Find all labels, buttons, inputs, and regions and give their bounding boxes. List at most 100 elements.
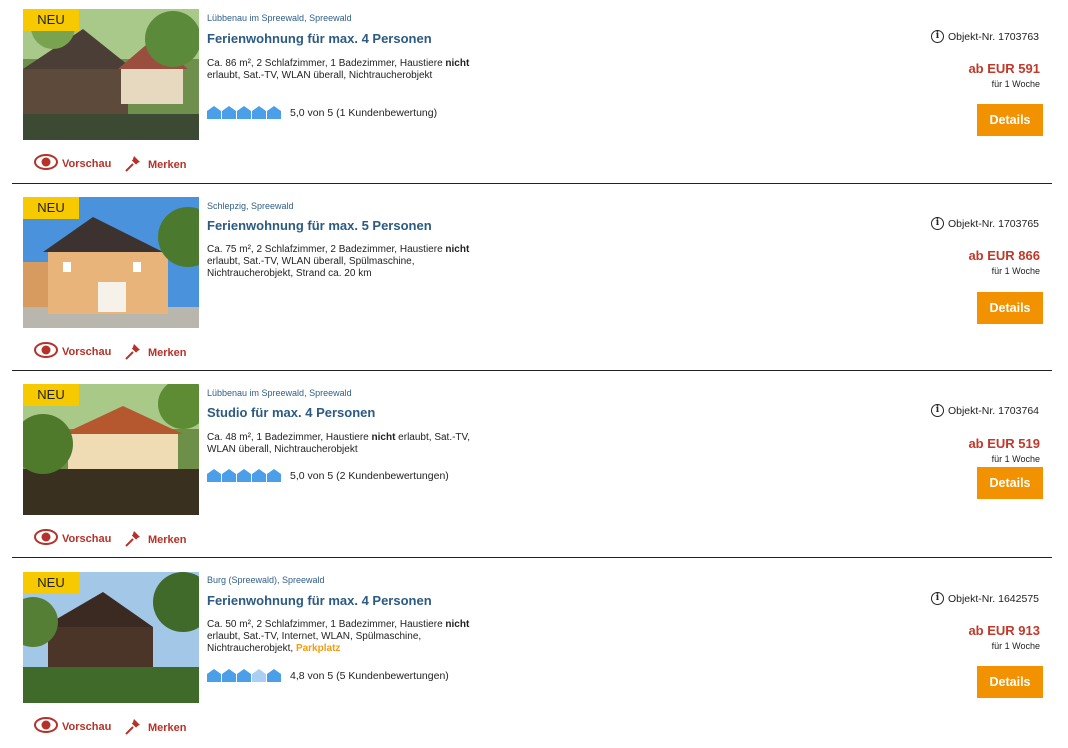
preview-link[interactable]: Vorschau bbox=[34, 154, 111, 173]
rating-houses bbox=[207, 106, 282, 119]
info-icon[interactable]: i bbox=[930, 30, 944, 43]
listing-description: Ca. 50 m², 2 Schlafzimmer, 1 Badezimmer,… bbox=[207, 619, 497, 655]
details-button[interactable]: Details bbox=[977, 666, 1043, 698]
price: ab EUR 591 bbox=[968, 61, 1040, 76]
listing-description: Ca. 86 m², 2 Schlafzimmer, 1 Badezimmer,… bbox=[207, 58, 497, 82]
bookmark-label: Merken bbox=[148, 533, 187, 546]
description-bold: nicht bbox=[445, 58, 470, 69]
listing-location: Schlepzig, Spreewald bbox=[207, 201, 294, 211]
new-badge: NEU bbox=[23, 197, 79, 219]
price-period: für 1 Woche bbox=[991, 454, 1040, 464]
price-period: für 1 Woche bbox=[991, 79, 1040, 89]
pin-icon bbox=[124, 717, 144, 738]
house-rating-icon bbox=[222, 106, 236, 119]
house-rating-icon bbox=[237, 669, 251, 682]
bookmark-label: Merken bbox=[148, 158, 187, 171]
preview-link[interactable]: Vorschau bbox=[34, 529, 111, 548]
bookmark-link[interactable]: Merken bbox=[124, 154, 187, 175]
description-text: erlaubt, Sat.-TV, WLAN überall, Nichtrau… bbox=[207, 70, 433, 81]
object-number-text: Objekt-Nr. 1703765 bbox=[947, 217, 1039, 230]
parking-highlight: Parkplatz bbox=[295, 643, 341, 654]
house-rating-icon bbox=[237, 469, 251, 482]
rating-text: 5,0 von 5 (2 Kundenbewertungen) bbox=[290, 469, 449, 482]
rating: 4,8 von 5 (5 Kundenbewertungen) bbox=[207, 669, 449, 682]
listing-title[interactable]: Ferienwohnung für max. 4 Personen bbox=[207, 593, 432, 608]
rating: 5,0 von 5 (2 Kundenbewertungen) bbox=[207, 469, 449, 482]
listing-title[interactable]: Studio für max. 4 Personen bbox=[207, 405, 375, 420]
listing-description: Ca. 48 m², 1 Badezimmer, Haustiere nicht… bbox=[207, 432, 497, 456]
preview-label: Vorschau bbox=[62, 532, 112, 545]
listing-photo[interactable]: NEU bbox=[23, 9, 199, 140]
preview-link[interactable]: Vorschau bbox=[34, 342, 111, 361]
description-text: Ca. 50 m², 2 Schlafzimmer, 1 Badezimmer,… bbox=[207, 619, 443, 630]
preview-link[interactable]: Vorschau bbox=[34, 717, 111, 736]
preview-label: Vorschau bbox=[62, 157, 112, 170]
house-rating-icon bbox=[267, 469, 281, 482]
house-rating-icon bbox=[207, 106, 221, 119]
listing-card: NEU Vorschau Merken Lübbenau im Spreewal… bbox=[0, 0, 1068, 187]
description-text: Ca. 75 m², 2 Schlafzimmer, 2 Badezimmer,… bbox=[207, 244, 443, 255]
object-number-text: Objekt-Nr. 1703763 bbox=[947, 30, 1039, 43]
listing-photo[interactable]: NEU bbox=[23, 572, 199, 703]
listing-title[interactable]: Ferienwohnung für max. 4 Personen bbox=[207, 31, 432, 46]
description-text: Ca. 86 m², 2 Schlafzimmer, 1 Badezimmer,… bbox=[207, 58, 443, 69]
house-rating-icon bbox=[207, 669, 221, 682]
description-bold: nicht bbox=[371, 432, 396, 443]
preview-label: Vorschau bbox=[62, 345, 112, 358]
house-rating-icon bbox=[222, 469, 236, 482]
pin-icon bbox=[124, 342, 144, 363]
object-number-text: Objekt-Nr. 1642575 bbox=[947, 592, 1039, 605]
price: ab EUR 519 bbox=[968, 436, 1040, 451]
listing-photo[interactable]: NEU bbox=[23, 197, 199, 328]
details-button[interactable]: Details bbox=[977, 467, 1043, 499]
price: ab EUR 866 bbox=[968, 248, 1040, 263]
house-rating-icon bbox=[207, 469, 221, 482]
divider bbox=[12, 183, 1052, 184]
price: ab EUR 913 bbox=[968, 623, 1040, 638]
info-icon[interactable]: i bbox=[930, 592, 944, 605]
rating-houses bbox=[207, 469, 282, 482]
new-badge: NEU bbox=[23, 572, 79, 594]
price-period: für 1 Woche bbox=[991, 641, 1040, 651]
description-text: erlaubt, Sat.-TV, WLAN überall, Spülmasc… bbox=[207, 256, 415, 279]
bookmark-label: Merken bbox=[148, 721, 187, 734]
listing-card: NEU Vorschau Merken Schlepzig, Spreewald… bbox=[0, 187, 1068, 374]
rating-text: 4,8 von 5 (5 Kundenbewertungen) bbox=[290, 669, 449, 682]
info-icon[interactable]: i bbox=[930, 217, 944, 230]
pin-icon bbox=[124, 529, 144, 550]
description-bold: nicht bbox=[445, 619, 470, 630]
listing-location: Lübbenau im Spreewald, Spreewald bbox=[207, 388, 352, 398]
divider bbox=[12, 370, 1052, 371]
details-button[interactable]: Details bbox=[977, 292, 1043, 324]
listing-photo[interactable]: NEU bbox=[23, 384, 199, 515]
listing-card: NEU Vorschau Merken Lübbenau im Spreewal… bbox=[0, 374, 1068, 561]
rating-text: 5,0 von 5 (1 Kundenbewertung) bbox=[290, 106, 438, 119]
listing-title[interactable]: Ferienwohnung für max. 5 Personen bbox=[207, 218, 432, 233]
listing-description: Ca. 75 m², 2 Schlafzimmer, 2 Badezimmer,… bbox=[207, 244, 497, 280]
bookmark-link[interactable]: Merken bbox=[124, 342, 187, 363]
new-badge: NEU bbox=[23, 9, 79, 31]
eye-icon bbox=[34, 529, 58, 548]
details-button[interactable]: Details bbox=[977, 104, 1043, 136]
eye-icon bbox=[34, 154, 58, 173]
new-badge: NEU bbox=[23, 384, 79, 406]
listing-location: Burg (Spreewald), Spreewald bbox=[207, 575, 325, 585]
rating-houses bbox=[207, 669, 282, 682]
description-text: Ca. 48 m², 1 Badezimmer, Haustiere bbox=[207, 432, 369, 443]
bookmark-label: Merken bbox=[148, 346, 187, 359]
object-number-text: Objekt-Nr. 1703764 bbox=[947, 404, 1039, 417]
house-rating-icon bbox=[237, 106, 251, 119]
house-rating-icon bbox=[267, 106, 281, 119]
house-rating-icon bbox=[252, 669, 266, 682]
object-number: i Objekt-Nr. 1642575 bbox=[930, 592, 1039, 605]
bookmark-link[interactable]: Merken bbox=[124, 529, 187, 550]
object-number: i Objekt-Nr. 1703765 bbox=[930, 217, 1039, 230]
house-rating-icon bbox=[267, 669, 281, 682]
info-icon[interactable]: i bbox=[930, 404, 944, 417]
preview-label: Vorschau bbox=[62, 720, 112, 733]
object-number: i Objekt-Nr. 1703764 bbox=[930, 404, 1039, 417]
bookmark-link[interactable]: Merken bbox=[124, 717, 187, 738]
object-number: i Objekt-Nr. 1703763 bbox=[930, 30, 1039, 43]
eye-icon bbox=[34, 717, 58, 736]
house-rating-icon bbox=[252, 106, 266, 119]
